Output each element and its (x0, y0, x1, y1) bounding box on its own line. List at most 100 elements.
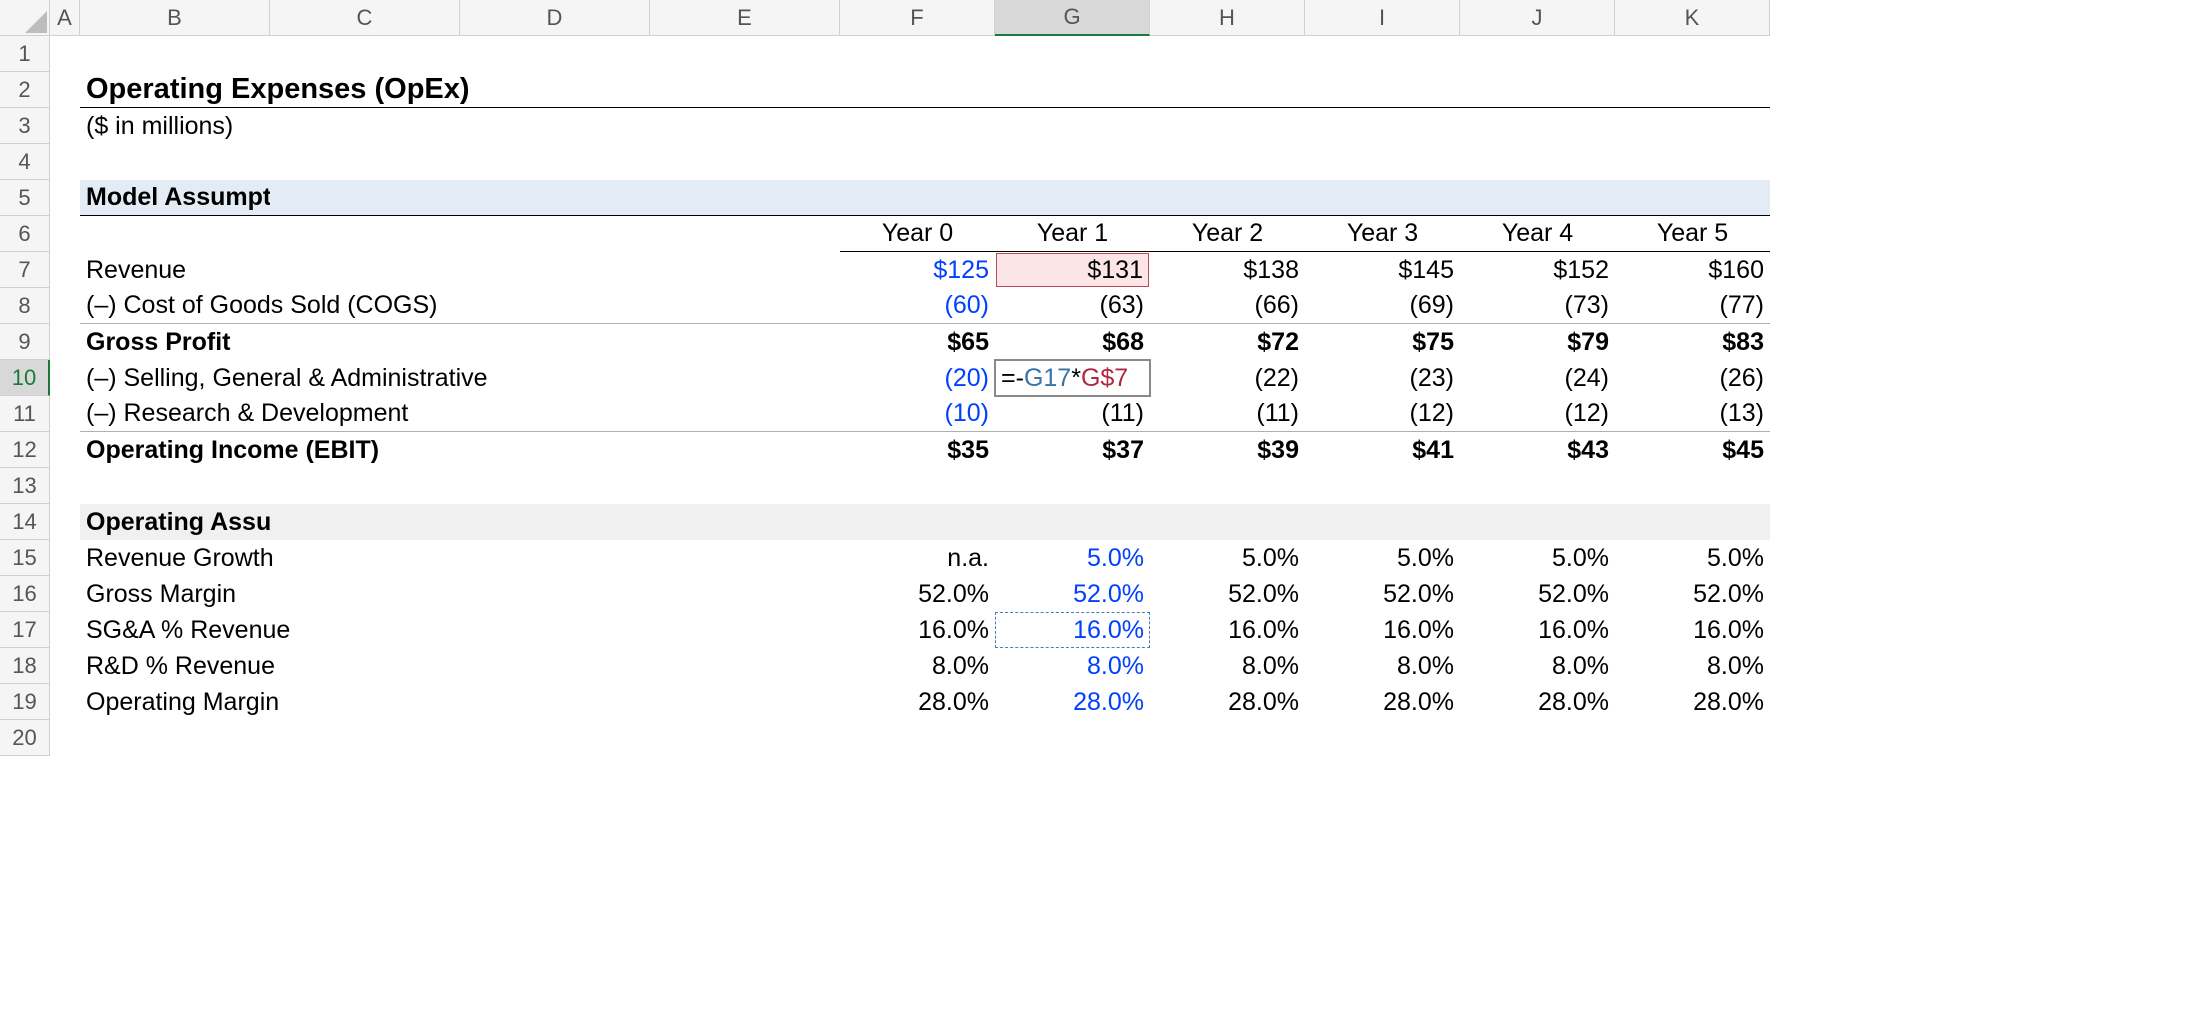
cell-D9[interactable] (460, 324, 650, 360)
row-header-3[interactable]: 3 (0, 108, 50, 144)
cell-J3[interactable] (1460, 108, 1615, 144)
cell-A9[interactable] (50, 324, 80, 360)
cell-B15[interactable]: Revenue Growth (80, 540, 270, 576)
cell-H17[interactable]: 16.0% (1150, 612, 1305, 648)
cell-G12[interactable]: $37 (995, 432, 1150, 468)
cell-D8[interactable] (460, 288, 650, 324)
cell-B13[interactable] (80, 468, 270, 504)
row-header-17[interactable]: 17 (0, 612, 50, 648)
cell-I17[interactable]: 16.0% (1305, 612, 1460, 648)
cell-C7[interactable] (270, 252, 460, 288)
cell-F18[interactable]: 8.0% (840, 648, 995, 684)
cell-C6[interactable] (270, 216, 460, 252)
cell-A6[interactable] (50, 216, 80, 252)
col-header-F[interactable]: F (840, 0, 995, 36)
cell-B5[interactable]: Model Assumptions (80, 180, 270, 216)
cell-G9[interactable]: $68 (995, 324, 1150, 360)
cell-J10[interactable]: (24) (1460, 360, 1615, 396)
cell-K6[interactable]: Year 5 (1615, 216, 1770, 252)
cell-F6[interactable]: Year 0 (840, 216, 995, 252)
cell-B18[interactable]: R&D % Revenue (80, 648, 270, 684)
cell-E1[interactable] (650, 36, 840, 72)
row-header-9[interactable]: 9 (0, 324, 50, 360)
row-header-15[interactable]: 15 (0, 540, 50, 576)
cell-G18[interactable]: 8.0% (995, 648, 1150, 684)
cell-I6[interactable]: Year 3 (1305, 216, 1460, 252)
row-header-19[interactable]: 19 (0, 684, 50, 720)
row-header-13[interactable]: 13 (0, 468, 50, 504)
cell-K8[interactable]: (77) (1615, 288, 1770, 324)
cell-K20[interactable] (1615, 720, 1770, 756)
cell-K7[interactable]: $160 (1615, 252, 1770, 288)
cell-E8[interactable] (650, 288, 840, 324)
cell-J17[interactable]: 16.0% (1460, 612, 1615, 648)
cell-J11[interactable]: (12) (1460, 396, 1615, 432)
cell-D10[interactable] (460, 360, 650, 396)
cell-A10[interactable] (50, 360, 80, 396)
cell-G15[interactable]: 5.0% (995, 540, 1150, 576)
cell-B12[interactable]: Operating Income (EBIT) (80, 432, 270, 468)
cell-H5[interactable] (1150, 180, 1305, 216)
cell-A20[interactable] (50, 720, 80, 756)
col-header-D[interactable]: D (460, 0, 650, 36)
cell-J15[interactable]: 5.0% (1460, 540, 1615, 576)
cell-F16[interactable]: 52.0% (840, 576, 995, 612)
cell-B8[interactable]: (–) Cost of Goods Sold (COGS) (80, 288, 270, 324)
cell-D17[interactable] (460, 612, 650, 648)
cell-B3[interactable]: ($ in millions) (80, 108, 270, 144)
cell-E19[interactable] (650, 684, 840, 720)
cell-K16[interactable]: 52.0% (1615, 576, 1770, 612)
cell-E16[interactable] (650, 576, 840, 612)
cell-D16[interactable] (460, 576, 650, 612)
cell-G3[interactable] (995, 108, 1150, 144)
cell-C12[interactable] (270, 432, 460, 468)
cell-H1[interactable] (1150, 36, 1305, 72)
cell-F20[interactable] (840, 720, 995, 756)
cell-J19[interactable]: 28.0% (1460, 684, 1615, 720)
cell-A13[interactable] (50, 468, 80, 504)
col-header-I[interactable]: I (1305, 0, 1460, 36)
cell-E6[interactable] (650, 216, 840, 252)
cell-D20[interactable] (460, 720, 650, 756)
cell-H6[interactable]: Year 2 (1150, 216, 1305, 252)
cell-D4[interactable] (460, 144, 650, 180)
cell-I14[interactable] (1305, 504, 1460, 540)
cell-D7[interactable] (460, 252, 650, 288)
cell-I16[interactable]: 52.0% (1305, 576, 1460, 612)
row-header-4[interactable]: 4 (0, 144, 50, 180)
cell-J1[interactable] (1460, 36, 1615, 72)
col-header-J[interactable]: J (1460, 0, 1615, 36)
cell-B10[interactable]: (–) Selling, General & Administrative (80, 360, 270, 396)
cell-A16[interactable] (50, 576, 80, 612)
cell-D5[interactable] (460, 180, 650, 216)
cell-J18[interactable]: 8.0% (1460, 648, 1615, 684)
cell-F4[interactable] (840, 144, 995, 180)
col-header-C[interactable]: C (270, 0, 460, 36)
cell-H12[interactable]: $39 (1150, 432, 1305, 468)
cell-C9[interactable] (270, 324, 460, 360)
cell-E4[interactable] (650, 144, 840, 180)
cell-D1[interactable] (460, 36, 650, 72)
cell-A1[interactable] (50, 36, 80, 72)
cell-B4[interactable] (80, 144, 270, 180)
cell-B2[interactable]: Operating Expenses (OpEx) (80, 72, 270, 108)
row-header-20[interactable]: 20 (0, 720, 50, 756)
cell-A19[interactable] (50, 684, 80, 720)
cell-E11[interactable] (650, 396, 840, 432)
cell-C18[interactable] (270, 648, 460, 684)
cell-E15[interactable] (650, 540, 840, 576)
cell-G11[interactable]: (11) (995, 396, 1150, 432)
cell-D14[interactable] (460, 504, 650, 540)
cell-C20[interactable] (270, 720, 460, 756)
cell-K11[interactable]: (13) (1615, 396, 1770, 432)
cell-H9[interactable]: $72 (1150, 324, 1305, 360)
row-header-6[interactable]: 6 (0, 216, 50, 252)
cell-I7[interactable]: $145 (1305, 252, 1460, 288)
cell-G1[interactable] (995, 36, 1150, 72)
cell-E3[interactable] (650, 108, 840, 144)
cell-K1[interactable] (1615, 36, 1770, 72)
cell-E7[interactable] (650, 252, 840, 288)
cell-E9[interactable] (650, 324, 840, 360)
cell-D11[interactable] (460, 396, 650, 432)
col-header-B[interactable]: B (80, 0, 270, 36)
